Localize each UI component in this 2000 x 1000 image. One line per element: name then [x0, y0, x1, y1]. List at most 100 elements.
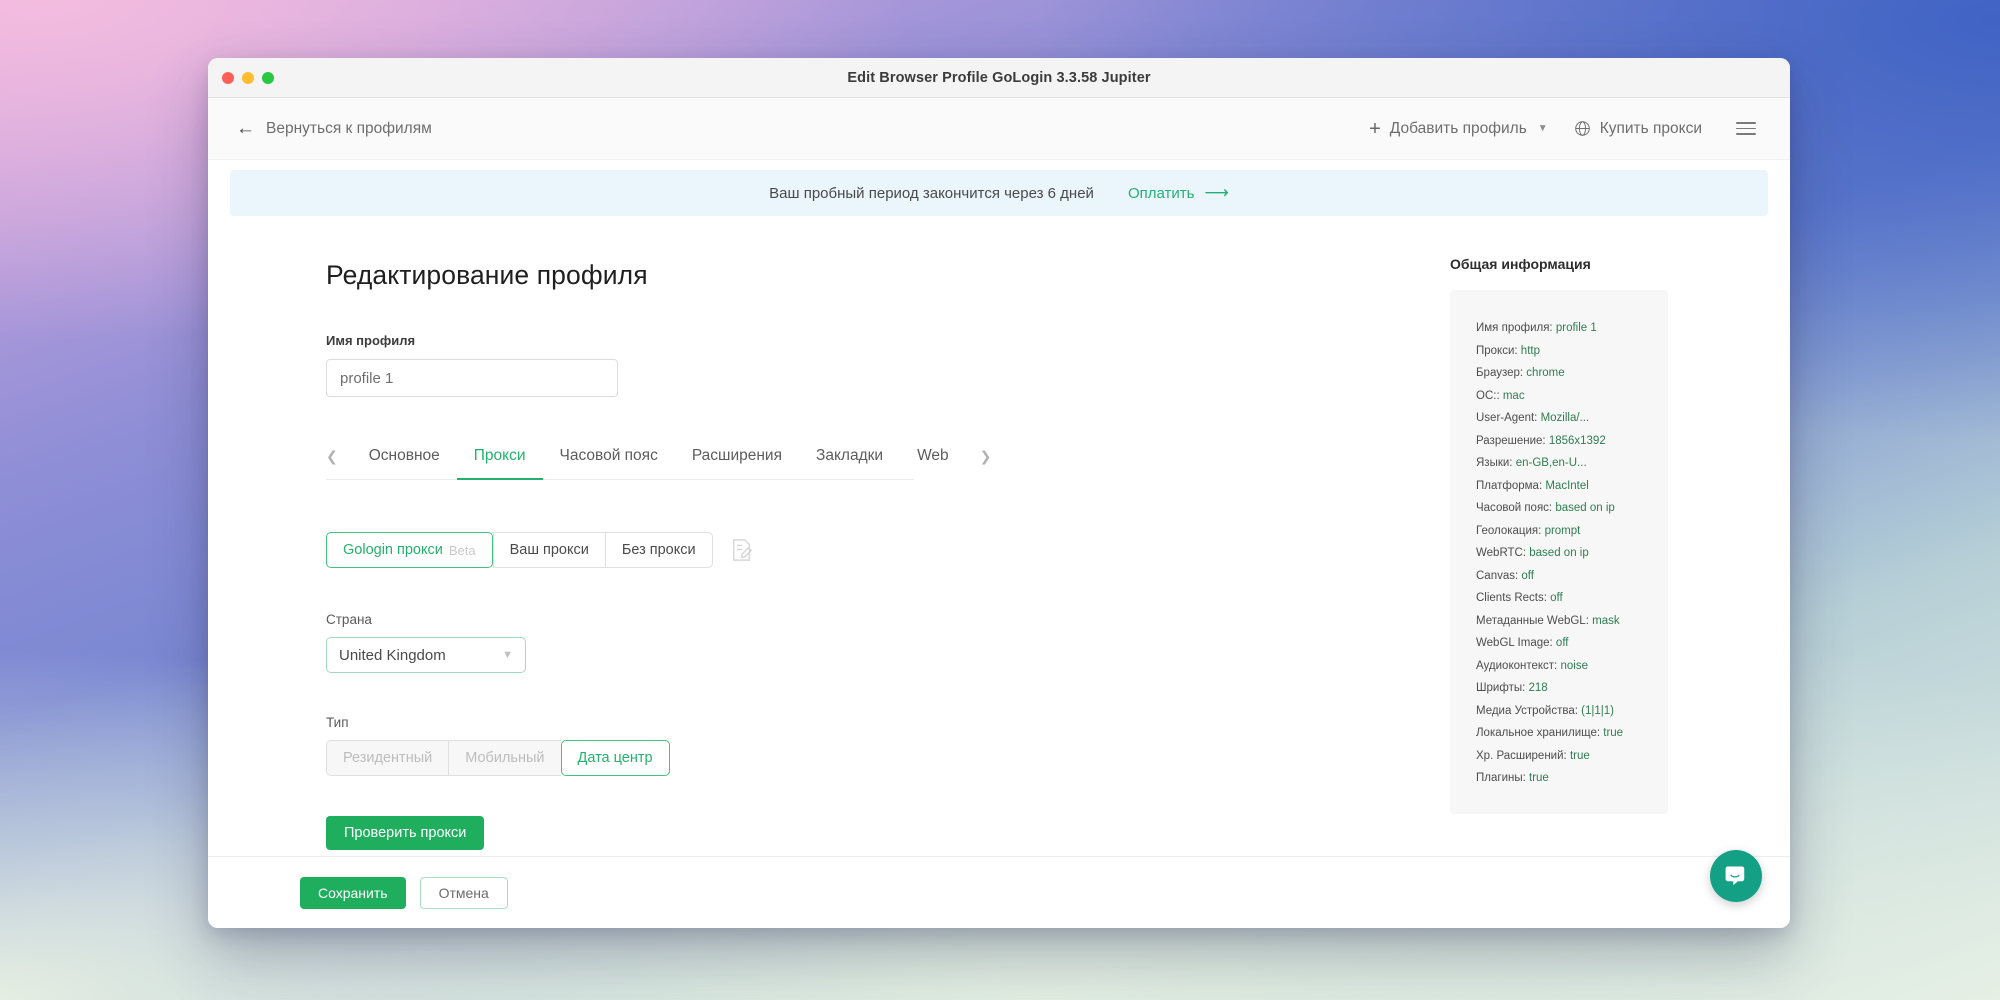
- buy-proxy-label: Купить прокси: [1599, 119, 1702, 137]
- info-row: WebRTC: based on ip: [1476, 547, 1668, 559]
- info-row: Часовой пояс: based on ip: [1476, 502, 1668, 514]
- country-selected-value: United Kingdom: [339, 646, 446, 664]
- cancel-button[interactable]: Отмена: [419, 876, 508, 909]
- info-row: User-Agent: Mozilla/...: [1476, 412, 1668, 424]
- proxy-type-residential-label: Резидентный: [343, 750, 433, 766]
- chevron-down-icon: ▼: [502, 649, 513, 661]
- proxy-source-gologin-option[interactable]: Gologin прокси Beta: [326, 532, 493, 568]
- tab-web[interactable]: Web: [900, 447, 966, 480]
- trial-banner-text: Ваш пробный период закончится через 6 дн…: [769, 184, 1094, 202]
- intercom-chat-icon: [1725, 866, 1745, 886]
- chevron-down-icon[interactable]: ▼: [1538, 123, 1548, 134]
- info-key: Геолокация:: [1476, 524, 1542, 537]
- add-profile-label: Добавить профиль: [1389, 119, 1527, 137]
- close-window-button[interactable]: [222, 71, 234, 84]
- info-value: en-GB,en-U...: [1515, 457, 1587, 469]
- profile-name-input[interactable]: [326, 359, 618, 397]
- info-key: Платформа:: [1476, 479, 1543, 492]
- info-key: Аудиоконтекст:: [1476, 659, 1558, 672]
- info-key: Браузер:: [1476, 367, 1524, 379]
- proxy-type-residential-option: Резидентный: [326, 740, 449, 776]
- tab-proksi[interactable]: Прокси: [456, 447, 543, 480]
- traffic-lights: [222, 71, 274, 84]
- hamburger-menu-icon[interactable]: [1736, 122, 1756, 135]
- info-value: based on ip: [1529, 547, 1589, 559]
- check-proxy-button[interactable]: Проверить прокси: [326, 816, 485, 850]
- back-to-profiles-link[interactable]: ← Вернуться к профилям: [236, 119, 432, 138]
- pay-now-label: Оплатить: [1127, 184, 1195, 202]
- general-info-title: Общая информация: [1450, 256, 1591, 272]
- globe-icon: [1574, 121, 1590, 136]
- arrow-right-icon: ⟶: [1204, 183, 1229, 202]
- country-label: Страна: [326, 612, 372, 627]
- proxy-source-none-option[interactable]: Без прокси: [604, 532, 713, 568]
- info-value: http: [1520, 344, 1540, 357]
- back-to-profiles-label: Вернуться к профилям: [266, 119, 432, 137]
- country-select[interactable]: United Kingdom ▼: [326, 637, 526, 673]
- edit-note-icon[interactable]: [731, 538, 753, 562]
- intercom-chat-launcher[interactable]: [1710, 850, 1762, 902]
- info-value: based on ip: [1555, 502, 1615, 514]
- pay-now-link[interactable]: Оплатить ⟶: [1128, 183, 1229, 203]
- minimize-window-button[interactable]: [242, 71, 254, 84]
- proxy-type-mobile-label: Мобильный: [465, 750, 545, 766]
- info-value: MacIntel: [1545, 479, 1589, 492]
- info-value: 1856x1392: [1548, 434, 1606, 447]
- form-footer: Сохранить Отмена: [208, 856, 1790, 928]
- info-row: Метаданные WebGL: mask: [1476, 615, 1668, 627]
- info-value: Mozilla/...: [1540, 412, 1590, 424]
- proxy-type-label: Тип: [326, 715, 349, 730]
- info-value: mask: [1592, 614, 1620, 627]
- info-key: Canvas:: [1476, 569, 1519, 582]
- main-column: Редактирование профиля Имя профиля ❮ Осн…: [208, 238, 1450, 856]
- info-key: Имя профиля:: [1476, 322, 1553, 334]
- info-key: Локальное хранилище:: [1476, 727, 1601, 739]
- info-key: Языки:: [1476, 457, 1513, 469]
- info-row: Хр. Расширений: true: [1476, 750, 1668, 762]
- info-row: Локальное хранилище: true: [1476, 727, 1668, 739]
- info-value: 218: [1528, 682, 1548, 694]
- plus-icon: +: [1369, 117, 1381, 140]
- maximize-window-button[interactable]: [262, 71, 274, 84]
- info-row: Шрифты: 218: [1476, 682, 1668, 694]
- window-title: Edit Browser Profile GoLogin 3.3.58 Jupi…: [847, 69, 1151, 86]
- trial-banner: Ваш пробный период закончится через 6 дн…: [230, 170, 1768, 216]
- chevron-left-icon[interactable]: ❮: [326, 448, 352, 479]
- chevron-right-icon[interactable]: ❯: [966, 448, 992, 479]
- buy-proxy-button[interactable]: Купить прокси: [1574, 120, 1702, 138]
- tab-chasovoy-poyas[interactable]: Часовой пояс: [543, 447, 675, 480]
- info-value: chrome: [1526, 367, 1565, 379]
- info-row: Медиа Устройства: (1|1|1): [1476, 705, 1668, 717]
- info-row: Аудиоконтекст: noise: [1476, 660, 1668, 672]
- info-value: (1|1|1): [1581, 704, 1614, 717]
- info-row: Плагины: true: [1476, 772, 1668, 784]
- tab-zakladki[interactable]: Закладки: [799, 447, 900, 480]
- general-info-sidebar: Общая информация Имя профиля: profile 1 …: [1450, 238, 1790, 856]
- info-value: off: [1555, 637, 1569, 649]
- arrow-left-icon: ←: [236, 118, 255, 139]
- proxy-source-custom-label: Ваш прокси: [509, 542, 589, 558]
- top-nav-actions: + Добавить профиль ▼ Купить прокси: [1369, 119, 1756, 139]
- info-value: noise: [1560, 659, 1588, 672]
- info-row: ОС:: mac: [1476, 390, 1668, 402]
- add-profile-button[interactable]: + Добавить профиль ▼: [1369, 119, 1548, 139]
- info-row: WebGL Image: off: [1476, 637, 1668, 649]
- info-value: off: [1550, 592, 1563, 604]
- save-button[interactable]: Сохранить: [300, 876, 406, 909]
- info-row: Прокси: http: [1476, 345, 1668, 357]
- proxy-source-gologin-label: Gologin прокси: [343, 542, 443, 558]
- proxy-type-mobile-option: Мобильный: [448, 740, 561, 776]
- tab-osnovnoe[interactable]: Основное: [352, 447, 457, 480]
- info-value: true: [1529, 772, 1549, 784]
- tab-rasshireniya[interactable]: Расширения: [675, 447, 799, 480]
- app-window: Edit Browser Profile GoLogin 3.3.58 Jupi…: [208, 58, 1790, 928]
- proxy-type-segmented-control: Резидентный Мобильный Дата центр: [326, 740, 670, 776]
- proxy-source-custom-option[interactable]: Ваш прокси: [492, 532, 605, 568]
- info-row: Разрешение: 1856x1392: [1476, 435, 1668, 447]
- proxy-type-datacenter-option[interactable]: Дата центр: [560, 740, 670, 776]
- info-value: profile 1: [1555, 322, 1597, 334]
- info-key: User-Agent:: [1476, 412, 1538, 424]
- profile-settings-tabs: ❮ Основное Прокси Часовой пояс Расширени…: [326, 447, 991, 480]
- page-content: Редактирование профиля Имя профиля ❮ Осн…: [208, 216, 1790, 856]
- info-value: true: [1603, 727, 1624, 739]
